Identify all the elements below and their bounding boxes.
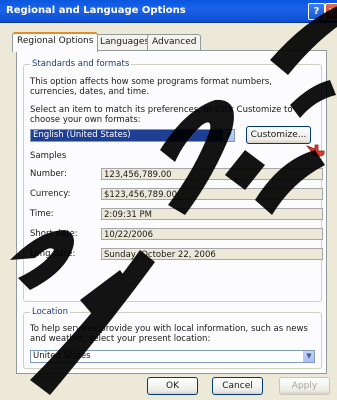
cancel-button[interactable]: Cancel <box>212 377 263 395</box>
customize-button[interactable]: Customize... <box>246 126 311 144</box>
title-bar[interactable]: Regional and Language Options ? x <box>0 0 337 23</box>
sample-value-currency: $123,456,789.00 <box>101 188 323 200</box>
standards-instruction: Select an item to match its preferences,… <box>30 105 293 125</box>
close-button[interactable]: x <box>325 3 337 20</box>
sample-value-number: 123,456,789.00 <box>101 168 323 180</box>
samples-title: Samples <box>30 151 67 161</box>
sample-value-short-date: 10/22/2006 <box>101 228 323 240</box>
location-dropdown[interactable]: United States ▼ <box>30 350 315 363</box>
location-group: Location To help services provide you wi… <box>23 307 322 369</box>
hand-cursor-icon <box>306 144 325 157</box>
chevron-down-icon[interactable]: ▼ <box>303 351 314 362</box>
location-group-title: Location <box>30 307 70 317</box>
standards-group-title: Standards and formats <box>30 59 132 69</box>
tab-languages[interactable]: Languages <box>95 34 155 50</box>
sample-label-short-date: Short date: <box>30 229 78 239</box>
sample-label-currency: Currency: <box>30 189 71 199</box>
format-dropdown-value: English (United States) <box>33 130 131 140</box>
dialog-client-area: Regional Options Languages Advanced Stan… <box>0 23 337 400</box>
apply-button[interactable]: Apply <box>279 377 330 395</box>
chevron-down-icon[interactable]: ▼ <box>223 130 234 141</box>
window-title: Regional and Language Options <box>6 5 186 16</box>
location-dropdown-value: United States <box>33 351 91 361</box>
format-dropdown[interactable]: English (United States) ▼ <box>30 129 235 142</box>
help-button[interactable]: ? <box>308 3 325 20</box>
location-description: To help services provide you with local … <box>30 324 308 344</box>
standards-description: This option affects how some programs fo… <box>30 77 272 97</box>
sample-value-time: 2:09:31 PM <box>101 208 323 220</box>
sample-label-long-date: Long date: <box>30 249 76 259</box>
sample-label-number: Number: <box>30 169 67 179</box>
tab-panel: Standards and formats This option affect… <box>16 50 327 374</box>
standards-group: Standards and formats This option affect… <box>23 59 323 302</box>
sample-value-long-date: Sunday, October 22, 2006 <box>101 248 323 260</box>
tab-advanced[interactable]: Advanced <box>147 34 202 50</box>
ok-button[interactable]: OK <box>147 377 198 395</box>
tab-regional-options[interactable]: Regional Options <box>12 32 99 52</box>
sample-label-time: Time: <box>30 209 54 219</box>
